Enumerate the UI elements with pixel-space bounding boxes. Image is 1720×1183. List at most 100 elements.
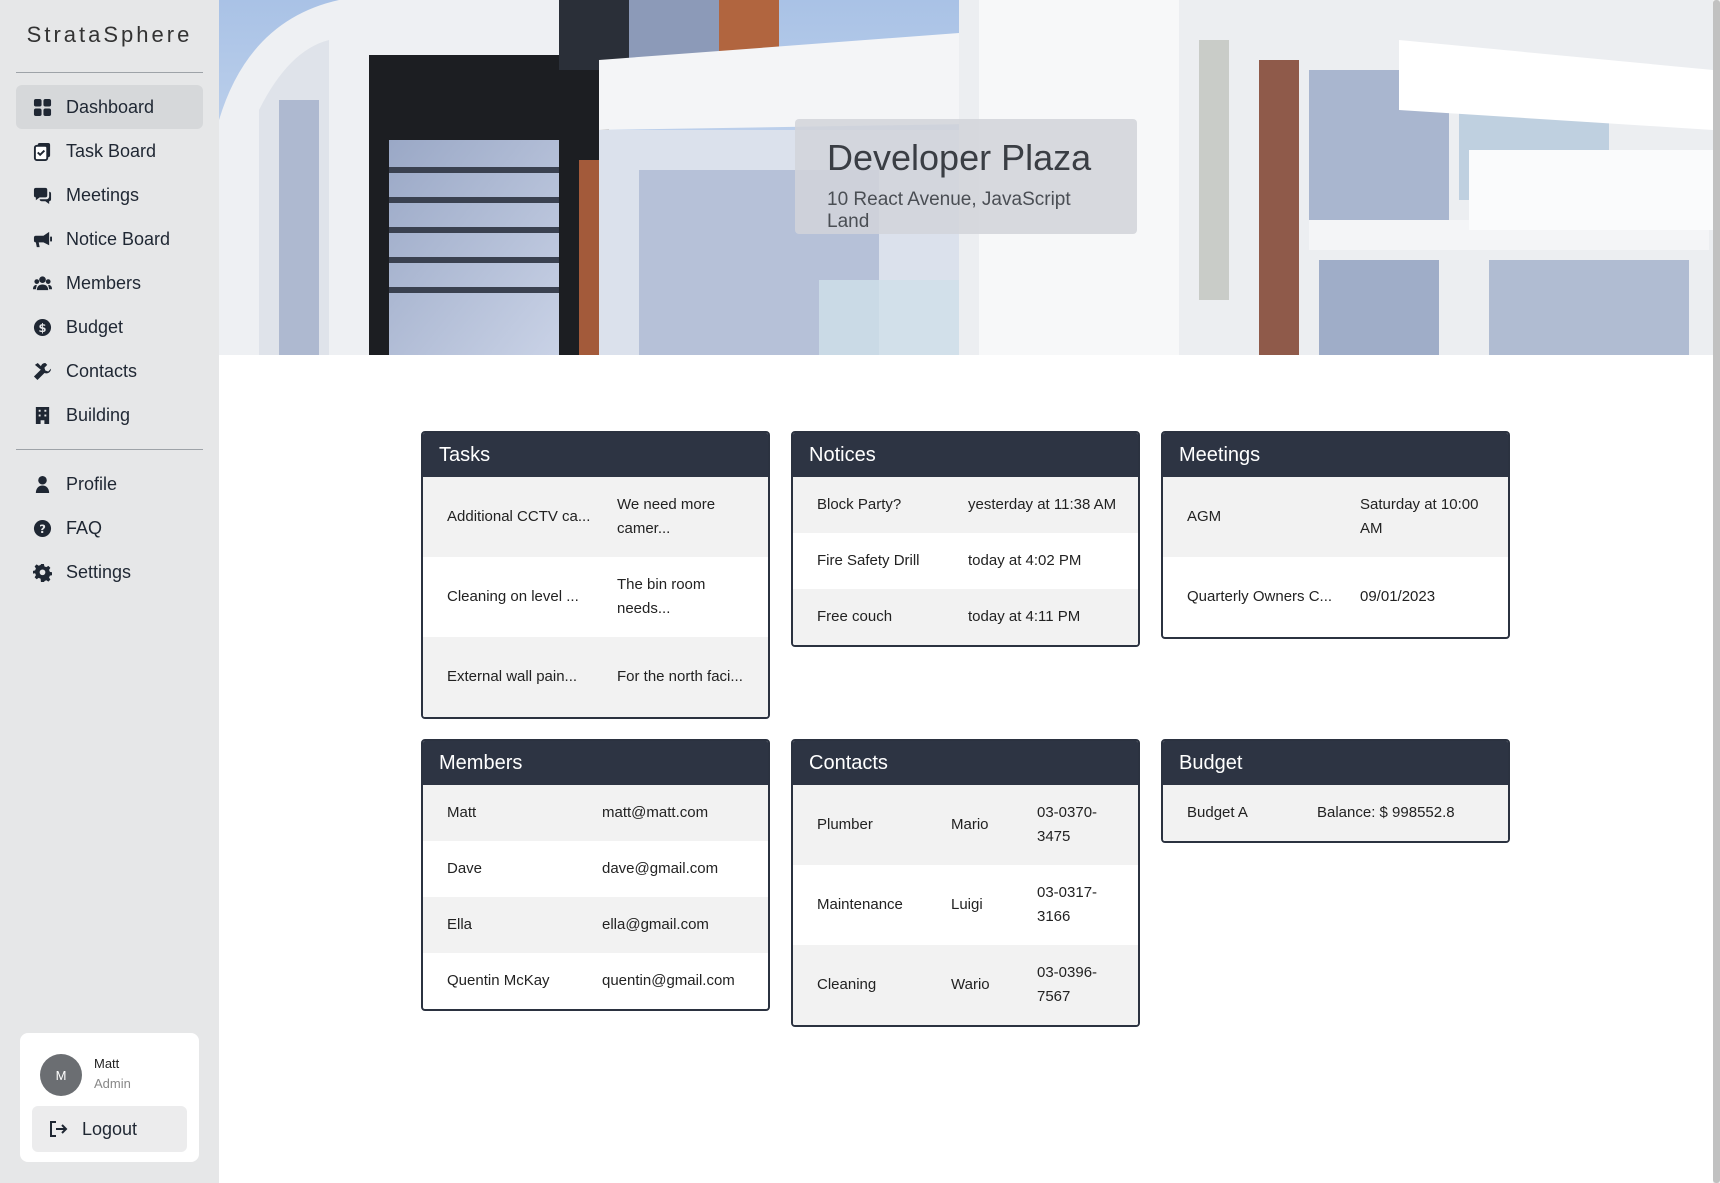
table-row[interactable]: Matt matt@matt.com	[423, 785, 768, 841]
member-name: Matt	[447, 804, 477, 821]
notice-time: today at 4:02 PM	[968, 552, 1082, 569]
tasks-panel: Tasks Additional CCTV ca... We need more…	[421, 431, 770, 719]
table-row[interactable]: Plumber Mario 03-0370-3475	[793, 785, 1138, 865]
table-row[interactable]: AGM Saturday at 10:00 AM	[1163, 477, 1508, 557]
nav-dashboard[interactable]: Dashboard	[16, 85, 203, 129]
notice-title: Free couch	[817, 608, 893, 625]
task-description: The bin room needs...	[617, 576, 706, 617]
table-row[interactable]: Cleaning Wario 03-0396-7567	[793, 945, 1138, 1025]
panel-title: Meetings	[1163, 433, 1508, 477]
user-card: M Matt Admin Logout	[20, 1033, 199, 1162]
nav-budget[interactable]: $ Budget	[16, 305, 203, 349]
nav-label: Building	[66, 404, 131, 425]
member-email: dave@gmail.com	[602, 860, 719, 877]
scrollbar-thumb[interactable]	[1713, 0, 1720, 1183]
contact-phone: 03-0317-3166	[1037, 884, 1098, 925]
divider	[16, 72, 203, 73]
question-icon: ?	[32, 518, 52, 538]
budget-panel: Budget Budget A Balance: $ 998552.8	[1161, 739, 1510, 843]
contact-phone: 03-0396-7567	[1037, 964, 1098, 1005]
logout-icon	[50, 1121, 68, 1137]
logout-button[interactable]: Logout	[32, 1106, 187, 1152]
nav-building[interactable]: Building	[16, 393, 203, 437]
member-name: Quentin McKay	[447, 972, 550, 989]
nav-contacts[interactable]: Contacts	[16, 349, 203, 393]
nav-label: Contacts	[66, 360, 138, 381]
budget-balance: Balance: $ 998552.8	[1317, 804, 1455, 821]
notice-title: Fire Safety Drill	[817, 552, 920, 569]
building-icon	[32, 405, 52, 425]
table-row[interactable]: Fire Safety Drill today at 4:02 PM	[793, 533, 1138, 589]
users-icon	[32, 273, 52, 293]
contact-phone: 03-0370-3475	[1037, 804, 1098, 845]
meeting-title: Quarterly Owners C...	[1187, 588, 1333, 605]
table-row[interactable]: Ella ella@gmail.com	[423, 897, 768, 953]
nav-label: FAQ	[66, 517, 103, 538]
member-name: Ella	[447, 916, 473, 933]
scrollbar[interactable]	[1713, 0, 1720, 1183]
member-name: Dave	[447, 860, 483, 877]
contact-name: Luigi	[951, 896, 983, 913]
avatar: M	[40, 1054, 82, 1096]
task-title: Cleaning on level ...	[447, 588, 579, 605]
nav-label: Profile	[66, 473, 118, 494]
notice-time: yesterday at 11:38 AM	[968, 496, 1117, 513]
user-name: Matt	[94, 1056, 120, 1071]
meetings-panel: Meetings AGM Saturday at 10:00 AM Quarte…	[1161, 431, 1510, 639]
nav-label: Task Board	[66, 140, 157, 161]
nav-label: Dashboard	[66, 96, 155, 117]
svg-text:?: ?	[39, 521, 46, 535]
task-title: External wall pain...	[447, 668, 578, 685]
budget-name: Budget A	[1187, 804, 1248, 821]
nav-meetings[interactable]: Meetings	[16, 173, 203, 217]
panel-title: Budget	[1163, 741, 1508, 785]
contacts-panel: Contacts Plumber Mario 03-0370-3475 Main…	[791, 739, 1140, 1027]
task-description: We need more camer...	[617, 496, 716, 537]
table-row[interactable]: External wall pain... For the north faci…	[423, 637, 768, 717]
table-row[interactable]: Block Party? yesterday at 11:38 AM	[793, 477, 1138, 533]
member-email: matt@matt.com	[602, 804, 709, 821]
dollar-icon: $	[32, 317, 52, 337]
nav-settings[interactable]: Settings	[16, 550, 203, 594]
member-email: ella@gmail.com	[602, 916, 709, 933]
nav-label: Notice Board	[66, 228, 171, 249]
meetings-icon	[32, 185, 52, 205]
table-row[interactable]: Budget A Balance: $ 998552.8	[1163, 785, 1508, 841]
nav-notice-board[interactable]: Notice Board	[16, 217, 203, 261]
table-row[interactable]: Quentin McKay quentin@gmail.com	[423, 953, 768, 1009]
building-name: Developer Plaza	[827, 137, 1092, 178]
notice-time: today at 4:11 PM	[968, 608, 1081, 625]
table-row[interactable]: Maintenance Luigi 03-0317-3166	[793, 865, 1138, 945]
panel-title: Contacts	[793, 741, 1138, 785]
panel-title: Notices	[793, 433, 1138, 477]
sidebar: StrataSphere Dashboard Task Board Meetin…	[0, 0, 219, 1183]
nav-label: Settings	[66, 561, 132, 582]
contact-role: Plumber	[817, 816, 873, 833]
notices-panel: Notices Block Party? yesterday at 11:38 …	[791, 431, 1140, 647]
members-panel: Members Matt matt@matt.com Dave dave@gma…	[421, 739, 770, 1011]
divider	[16, 449, 203, 450]
table-row[interactable]: Dave dave@gmail.com	[423, 841, 768, 897]
dashboard-icon	[32, 97, 52, 117]
contact-role: Cleaning	[817, 976, 877, 993]
tasks-icon	[32, 141, 52, 161]
table-row[interactable]: Free couch today at 4:11 PM	[793, 589, 1138, 645]
table-row[interactable]: Cleaning on level ... The bin room needs…	[423, 557, 768, 637]
contact-name: Mario	[951, 816, 989, 833]
table-row[interactable]: Additional CCTV ca... We need more camer…	[423, 477, 768, 557]
table-row[interactable]: Quarterly Owners C... 09/01/2023	[1163, 557, 1508, 637]
building-info-card: Developer Plaza 10 React Avenue, JavaScr…	[795, 119, 1137, 234]
nav-label: Meetings	[66, 184, 140, 205]
nav-task-board[interactable]: Task Board	[16, 129, 203, 173]
nav-label: Members	[66, 272, 142, 293]
tools-icon	[32, 361, 52, 381]
app-logo: StrataSphere	[26, 22, 193, 47]
meeting-date: 09/01/2023	[1360, 588, 1436, 605]
nav-faq[interactable]: ? FAQ	[16, 506, 203, 550]
nav-profile[interactable]: Profile	[16, 462, 203, 506]
contact-role: Maintenance	[817, 896, 903, 913]
nav-members[interactable]: Members	[16, 261, 203, 305]
gear-icon	[32, 562, 52, 582]
task-title: Additional CCTV ca...	[447, 508, 591, 525]
megaphone-icon	[32, 229, 52, 249]
